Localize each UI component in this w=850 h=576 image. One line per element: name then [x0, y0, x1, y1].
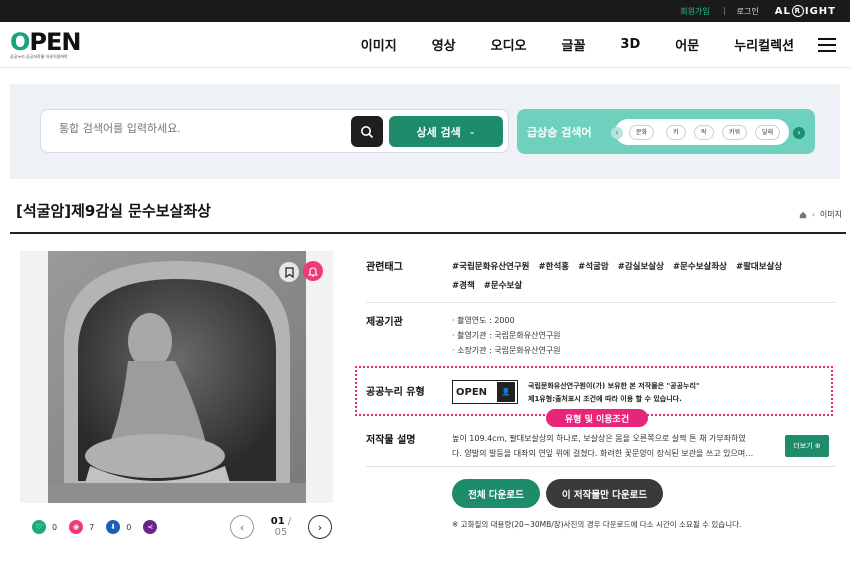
chevron-right-icon: › — [811, 210, 815, 219]
shoot-org: · 촬영기관 : 국립문화유산연구원 — [452, 331, 561, 340]
license-line-2: 제1유형:출처표시 조건에 따라 이용 할 수 있습니다. — [528, 395, 682, 403]
license-label: 공공누리 유형 — [366, 387, 425, 398]
rising-keyword[interactable]: 키워 — [722, 125, 748, 140]
download-this-button[interactable]: 이 저작물만 다운로드 — [546, 479, 663, 508]
chevron-right-icon: › — [317, 520, 323, 534]
buddha-relief-photo — [20, 251, 333, 503]
heart-icon[interactable]: ♡ — [32, 520, 46, 534]
search-icon — [361, 125, 374, 138]
rising-keywords-panel: 급상승 검색어 ‹ 문화 키 락 키워 달래 › — [517, 109, 815, 154]
attribution-icon: 👤 — [497, 382, 515, 402]
global-nav: 이미지 영상 오디오 글꼴 3D 어문 누리컬렉션 — [326, 35, 836, 54]
nav-collection[interactable]: 누리컬렉션 — [734, 35, 794, 54]
rising-keyword[interactable]: 달래 — [755, 125, 781, 140]
bell-icon — [308, 266, 318, 277]
divider — [366, 466, 836, 467]
license-line-1: 국립문화유산연구원이(가) 보유한 본 저작물은 "공공누리" — [528, 382, 700, 390]
tag-list: #국립문화유산연구원 #한석홍 #석굴암 #감실보살상 #문수보살좌상 #팔대보살상 #경책… — [452, 258, 842, 296]
share-icon[interactable]: ⋖ — [143, 520, 158, 534]
like-count: 0 — [52, 522, 58, 532]
rising-keyword[interactable]: 문화 — [629, 125, 655, 140]
nav-image[interactable]: 이미지 — [361, 35, 397, 54]
tag[interactable]: #감실보살상 — [618, 262, 664, 272]
owner-org: · 소장기관 : 국립문화유산연구원 — [452, 346, 561, 355]
notification-button[interactable] — [303, 261, 323, 281]
rising-keyword[interactable]: 키 — [666, 125, 686, 140]
hamburger-menu-icon[interactable] — [818, 37, 836, 52]
nav-font[interactable]: 글꼴 — [562, 35, 586, 54]
download-note: ※ 고화질의 대용량(20~30MB/장)사진의 경우 다운로드에 다소 시간이… — [452, 520, 742, 529]
logo-wordmark: OPEN — [10, 27, 81, 56]
breadcrumb: › 이미지 — [799, 209, 842, 220]
view-count: 7 — [89, 522, 95, 532]
download-count: 0 — [126, 522, 132, 532]
rising-keyword[interactable]: 락 — [694, 125, 714, 140]
nav-video[interactable]: 영상 — [432, 35, 456, 54]
detail-search-label: 상세 검색 — [416, 125, 461, 139]
tags-label: 관련태그 — [366, 262, 403, 273]
license-terms-badge[interactable]: 유형 및 이용조건 — [546, 409, 648, 427]
download-all-button[interactable]: 전체 다운로드 — [452, 479, 540, 508]
divider — [723, 7, 725, 15]
tag[interactable]: #한석홍 — [539, 262, 570, 272]
description-line: 높이 109.4cm, 팔대보살상의 하나로, 보살상은 몸을 오른쪽으로 살짝… — [452, 434, 746, 443]
bookmark-button[interactable] — [279, 262, 299, 282]
stats-row: ♡ 0 ◉ 7 ⬇ 0 ⋖ — [32, 520, 163, 534]
eye-icon: ◉ — [69, 520, 84, 534]
chevron-down-icon: ⌄ — [468, 127, 476, 136]
download-icon[interactable]: ⬇ — [106, 520, 121, 534]
alright-logo[interactable]: AL R IGHT — [775, 5, 836, 17]
tag[interactable]: #팔대보살상 — [736, 262, 782, 272]
description-label: 저작물 설명 — [366, 435, 416, 446]
main-header: OPEN 공공누리 공공저작물 자유이용허락 이미지 영상 오디오 글꼴 3D … — [0, 22, 850, 68]
login-link[interactable]: 로그인 — [737, 6, 759, 17]
page-title: [석굴암]제9감실 문수보살좌상 — [16, 202, 211, 220]
join-link[interactable]: 회원가입 — [680, 6, 709, 17]
shoot-year: · 촬영연도 : 2000 — [452, 316, 515, 325]
current-page: 01 — [270, 516, 285, 527]
search-button[interactable] — [351, 116, 383, 147]
artwork-image[interactable] — [20, 251, 333, 503]
search-zone: 상세 검색 ⌄ 급상승 검색어 ‹ 문화 키 락 키워 달래 › — [10, 84, 840, 179]
tag[interactable]: #경책 — [452, 281, 475, 291]
bookmark-icon — [284, 266, 294, 278]
title-divider — [10, 232, 846, 234]
tag[interactable]: #문수보살좌상 — [673, 262, 727, 272]
image-pager: ‹ 01 / 05 › — [230, 515, 332, 539]
nav-3d[interactable]: 3D — [620, 37, 640, 52]
kogl-open-text: OPEN — [456, 386, 488, 398]
rising-title: 급상승 검색어 — [527, 126, 592, 139]
home-icon[interactable] — [799, 211, 807, 219]
prev-image-button[interactable]: ‹ — [230, 515, 254, 539]
description-text: 높이 109.4cm, 팔대보살상의 하나로, 보살상은 몸을 오른쪽으로 살짝… — [452, 431, 776, 461]
tag[interactable]: #국립문화유산연구원 — [452, 262, 530, 272]
detail-search-button[interactable]: 상세 검색 ⌄ — [389, 116, 503, 147]
page-indicator: 01 / 05 — [266, 516, 296, 538]
tag[interactable]: #문수보살 — [484, 281, 522, 291]
provider-info: · 촬영연도 : 2000 · 촬영기관 : 국립문화유산연구원 · 소장기관 … — [452, 313, 561, 358]
search-box: 상세 검색 ⌄ — [40, 109, 509, 153]
top-utility-bar: 회원가입 로그인 AL R IGHT — [0, 0, 850, 22]
more-button[interactable]: 더보기 ⊕ — [785, 435, 829, 457]
description-line: 다. 양발의 발등을 대좌의 연잎 위에 걸쳤다. 화려한 꽃문양이 장식된 보… — [452, 449, 754, 458]
nav-text[interactable]: 어문 — [675, 35, 699, 54]
chevron-right-icon[interactable]: › — [793, 127, 805, 139]
tag[interactable]: #석굴암 — [578, 262, 609, 272]
divider — [366, 302, 836, 303]
nav-audio[interactable]: 오디오 — [491, 35, 527, 54]
chevron-left-icon[interactable]: ‹ — [611, 127, 623, 139]
breadcrumb-current[interactable]: 이미지 — [820, 209, 842, 220]
chevron-left-icon: ‹ — [239, 520, 245, 534]
next-image-button[interactable]: › — [308, 515, 332, 539]
open-logo[interactable]: OPEN 공공누리 공공저작물 자유이용허락 — [10, 30, 90, 60]
license-text: 국립문화유산연구원이(가) 보유한 본 저작물은 "공공누리" 제1유형:출처표… — [528, 380, 700, 406]
kogl-type1-badge: OPEN 👤 — [452, 380, 518, 404]
logo-subtitle: 공공누리 공공저작물 자유이용허락 — [10, 53, 68, 59]
provider-label: 제공기관 — [366, 317, 403, 328]
search-input[interactable] — [59, 122, 339, 135]
